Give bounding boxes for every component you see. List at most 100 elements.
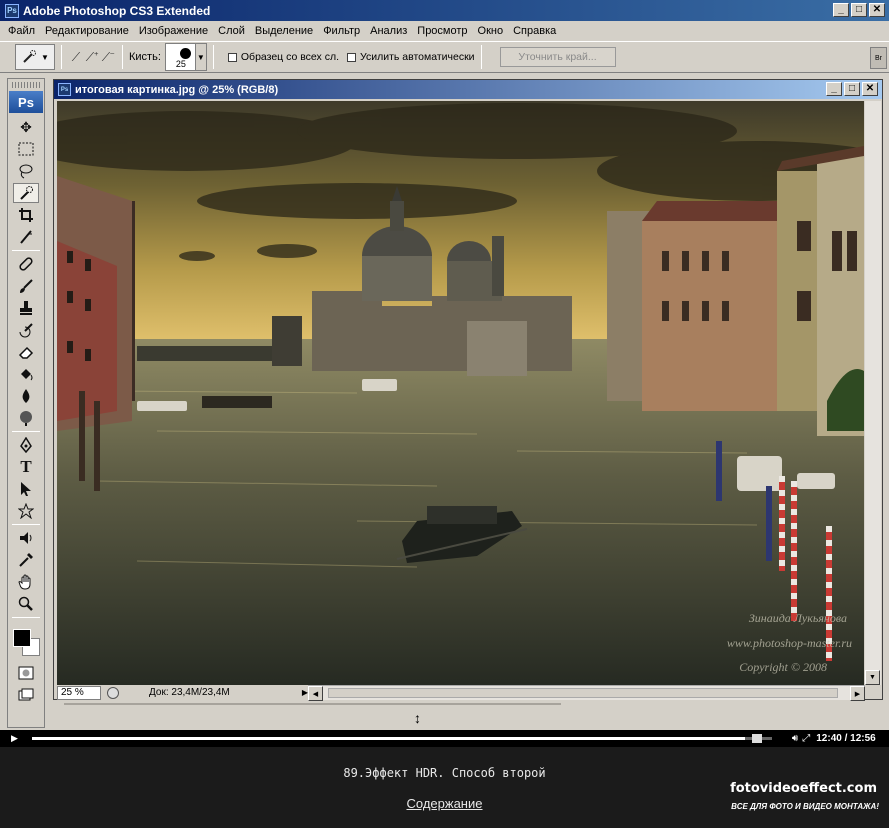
new-selection-icon[interactable]: ⟋ [68, 49, 84, 65]
menu-image[interactable]: Изображение [134, 25, 213, 37]
time-display: 12:40 / 12:56 [816, 733, 876, 744]
venice-hdr-photo: Зинаида Лукьянова www.photoshop-master.r… [57, 101, 864, 685]
sample-all-layers-label: Образец со всех сл. [240, 51, 340, 63]
vertical-scrollbar[interactable]: ▼ [865, 101, 881, 685]
color-swatches [8, 621, 44, 661]
watermark-line-2: www.photoshop-master.ru [727, 636, 852, 650]
quick-selection-icon [21, 49, 37, 65]
canvas-image[interactable]: Зинаида Лукьянова www.photoshop-master.r… [57, 101, 864, 685]
chevron-down-icon: ▼ [194, 44, 206, 70]
resize-cursor-icon: ↕ [414, 710, 421, 726]
menu-layer[interactable]: Слой [213, 25, 250, 37]
horizontal-scrollbar[interactable]: ◀ ▶ [308, 685, 865, 701]
checkbox-box [227, 52, 237, 62]
document-title: итоговая картинка.jpg @ 25% (RGB/8) [75, 83, 279, 96]
zoom-tool-icon[interactable] [13, 594, 39, 614]
menu-edit[interactable]: Редактирование [40, 25, 134, 37]
photoshop-logo[interactable]: Ps [9, 91, 43, 113]
toolbox: Ps ✥ T [7, 78, 45, 728]
menu-help[interactable]: Справка [508, 25, 561, 37]
fullscreen-icon[interactable]: ⤢ [802, 733, 810, 744]
volume-icon[interactable]: 🔊︎ [792, 733, 798, 744]
blur-tool-icon[interactable] [13, 386, 39, 406]
lasso-tool-icon[interactable] [13, 161, 39, 181]
app-title: Adobe Photoshop CS3 Extended [23, 3, 211, 18]
custom-shape-icon[interactable] [13, 501, 39, 521]
menu-select[interactable]: Выделение [250, 25, 318, 37]
menu-window[interactable]: Окно [473, 25, 509, 37]
subtract-from-selection-icon[interactable]: ⟋⁻ [100, 49, 116, 65]
move-tool-icon[interactable]: ✥ [13, 117, 39, 137]
doc-close-button[interactable]: ✕ [862, 82, 878, 96]
pen-tool-icon[interactable] [13, 435, 39, 455]
document-status-bar: 25 % Док: 23,4M/23,4M ▶ [57, 685, 308, 700]
divider [61, 45, 62, 69]
lesson-footer: 89.Эффект HDR. Способ второй Содержание … [0, 747, 889, 828]
divider [12, 524, 40, 525]
foreground-color-swatch[interactable] [13, 629, 31, 647]
eyedropper-icon[interactable] [13, 550, 39, 570]
menu-file[interactable]: Файл [3, 25, 40, 37]
menu-view[interactable]: Просмотр [412, 25, 472, 37]
divider [480, 45, 482, 69]
marquee-tool-icon[interactable] [13, 139, 39, 159]
quick-mask-icon[interactable] [13, 663, 39, 683]
hand-tool-icon[interactable] [13, 572, 39, 592]
scroll-right-arrow-icon[interactable]: ▶ [850, 686, 865, 701]
add-to-selection-icon[interactable]: ⟋⁺ [84, 49, 100, 65]
brush-tool-icon[interactable] [13, 276, 39, 296]
paint-bucket-icon[interactable] [13, 364, 39, 384]
notes-tool-icon[interactable] [13, 528, 39, 548]
crop-tool-icon[interactable] [13, 205, 39, 225]
quick-selection-tool-icon[interactable] [13, 183, 39, 203]
brush-picker[interactable]: 25 ▼ [164, 43, 207, 71]
document-size-info: Док: 23,4M/23,4M [149, 687, 230, 698]
play-icon[interactable]: ▶ [11, 733, 18, 744]
doc-minimize-button[interactable]: _ [826, 82, 842, 96]
slice-tool-icon[interactable] [13, 227, 39, 247]
close-button[interactable]: ✕ [869, 3, 885, 17]
healing-brush-icon[interactable] [13, 254, 39, 274]
dock-separator [64, 703, 561, 705]
menu-bar: Файл Редактирование Изображение Слой Выд… [0, 21, 889, 40]
divider [12, 431, 40, 432]
brush-size: 25 [175, 59, 186, 69]
zoom-level-field[interactable]: 25 % [57, 685, 101, 700]
video-player-controls: ▶ 🔊︎ ⤢ 12:40 / 12:56 [0, 730, 889, 747]
dodge-tool-icon[interactable] [13, 408, 39, 428]
history-brush-icon[interactable] [13, 320, 39, 340]
type-tool-icon[interactable]: T [13, 457, 39, 477]
divider [212, 45, 214, 69]
menu-filter[interactable]: Фильтр [318, 25, 365, 37]
maximize-button[interactable]: □ [851, 3, 867, 17]
auto-enhance-checkbox[interactable]: Усилить автоматически [347, 51, 475, 63]
seek-handle[interactable] [751, 734, 762, 743]
eraser-icon[interactable] [13, 342, 39, 362]
seek-bar[interactable] [31, 734, 772, 743]
document-window-controls: _ □ ✕ [826, 82, 878, 96]
auto-enhance-label: Усилить автоматически [360, 51, 475, 63]
sample-all-layers-checkbox[interactable]: Образец со всех сл. [227, 51, 340, 63]
doc-maximize-button[interactable]: □ [844, 82, 860, 96]
refine-edge-button[interactable]: Уточнить край... [499, 47, 616, 67]
divider [12, 250, 40, 251]
document-title-bar[interactable]: Ps итоговая картинка.jpg @ 25% (RGB/8) _… [54, 80, 882, 99]
status-options-icon[interactable] [107, 686, 119, 699]
document-icon: Ps [58, 83, 71, 96]
path-selection-icon[interactable] [13, 479, 39, 499]
scroll-down-arrow-icon[interactable]: ▼ [865, 670, 880, 685]
checkbox-box [347, 52, 357, 62]
menu-analysis[interactable]: Анализ [365, 25, 412, 37]
toolbox-grip[interactable] [12, 82, 40, 88]
minimize-button[interactable]: _ [833, 3, 849, 17]
clone-stamp-icon[interactable] [13, 298, 39, 318]
divider [12, 617, 40, 618]
tool-preset-picker[interactable]: ▼ [15, 44, 55, 70]
screen-mode-icon[interactable] [13, 685, 39, 705]
lesson-title: 89.Эффект HDR. Способ второй [343, 766, 546, 780]
scroll-thumb[interactable] [328, 688, 838, 698]
photoshop-window: Ps Adobe Photoshop CS3 Extended _ □ ✕ Фа… [0, 0, 889, 730]
scroll-left-arrow-icon[interactable]: ◀ [308, 686, 323, 701]
window-controls: _ □ ✕ [833, 3, 885, 17]
palette-well-icon[interactable]: Br [870, 47, 887, 69]
